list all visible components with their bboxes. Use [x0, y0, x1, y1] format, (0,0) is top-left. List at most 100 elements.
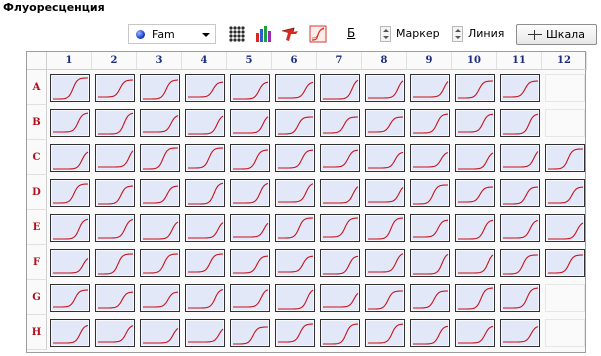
well-A10[interactable] [455, 74, 495, 102]
line-spinner[interactable] [452, 26, 463, 42]
well-F5[interactable] [230, 249, 270, 277]
well-A2[interactable] [95, 74, 135, 102]
well-D11[interactable] [500, 179, 540, 207]
well-H10[interactable] [455, 319, 495, 347]
well-C3[interactable] [140, 144, 180, 172]
well-A5[interactable] [230, 74, 270, 102]
curve-report-icon[interactable] [309, 25, 327, 43]
well-F8[interactable] [365, 249, 405, 277]
well-D1[interactable] [50, 179, 90, 207]
well-D6[interactable] [275, 179, 315, 207]
b-button[interactable]: Б [347, 26, 355, 40]
bar-chart-icon[interactable] [255, 25, 273, 43]
well-C12[interactable] [545, 144, 585, 172]
well-C4[interactable] [185, 144, 225, 172]
well-G3[interactable] [140, 284, 180, 312]
well-E11[interactable] [500, 214, 540, 242]
well-F3[interactable] [140, 249, 180, 277]
well-B6[interactable] [275, 109, 315, 137]
well-A3[interactable] [140, 74, 180, 102]
well-B11[interactable] [500, 109, 540, 137]
well-G4[interactable] [185, 284, 225, 312]
well-D7[interactable] [320, 179, 360, 207]
well-F1[interactable] [50, 249, 90, 277]
well-F7[interactable] [320, 249, 360, 277]
well-G1[interactable] [50, 284, 90, 312]
well-E6[interactable] [275, 214, 315, 242]
well-C5[interactable] [230, 144, 270, 172]
well-F2[interactable] [95, 249, 135, 277]
well-F10[interactable] [455, 249, 495, 277]
dye-select[interactable]: Fam [128, 24, 216, 44]
well-C11[interactable] [500, 144, 540, 172]
well-D3[interactable] [140, 179, 180, 207]
well-G2[interactable] [95, 284, 135, 312]
well-B7[interactable] [320, 109, 360, 137]
well-H9[interactable] [410, 319, 450, 347]
well-E1[interactable] [50, 214, 90, 242]
well-D4[interactable] [185, 179, 225, 207]
well-D8[interactable] [365, 179, 405, 207]
well-A7[interactable] [320, 74, 360, 102]
well-G7[interactable] [320, 284, 360, 312]
well-A1[interactable] [50, 74, 90, 102]
well-G8[interactable] [365, 284, 405, 312]
well-C7[interactable] [320, 144, 360, 172]
well-E4[interactable] [185, 214, 225, 242]
well-F9[interactable] [410, 249, 450, 277]
well-H2[interactable] [95, 319, 135, 347]
well-B1[interactable] [50, 109, 90, 137]
well-H3[interactable] [140, 319, 180, 347]
well-B3[interactable] [140, 109, 180, 137]
well-H1[interactable] [50, 319, 90, 347]
well-B10[interactable] [455, 109, 495, 137]
well-F12[interactable] [545, 249, 585, 277]
well-F6[interactable] [275, 249, 315, 277]
well-A4[interactable] [185, 74, 225, 102]
well-G10[interactable] [455, 284, 495, 312]
well-E7[interactable] [320, 214, 360, 242]
well-D5[interactable] [230, 179, 270, 207]
well-B5[interactable] [230, 109, 270, 137]
well-E10[interactable] [455, 214, 495, 242]
well-C2[interactable] [95, 144, 135, 172]
well-E12[interactable] [545, 214, 585, 242]
well-G11[interactable] [500, 284, 540, 312]
well-G5[interactable] [230, 284, 270, 312]
well-H6[interactable] [275, 319, 315, 347]
well-G9[interactable] [410, 284, 450, 312]
well-E3[interactable] [140, 214, 180, 242]
well-A8[interactable] [365, 74, 405, 102]
well-H4[interactable] [185, 319, 225, 347]
well-E5[interactable] [230, 214, 270, 242]
well-E9[interactable] [410, 214, 450, 242]
well-C8[interactable] [365, 144, 405, 172]
well-C10[interactable] [455, 144, 495, 172]
well-F4[interactable] [185, 249, 225, 277]
well-B9[interactable] [410, 109, 450, 137]
well-C6[interactable] [275, 144, 315, 172]
well-A11[interactable] [500, 74, 540, 102]
well-D9[interactable] [410, 179, 450, 207]
plate-layout-icon[interactable] [228, 25, 246, 43]
well-H7[interactable] [320, 319, 360, 347]
marker-spinner[interactable] [380, 26, 391, 42]
well-H11[interactable] [500, 319, 540, 347]
well-C9[interactable] [410, 144, 450, 172]
well-B8[interactable] [365, 109, 405, 137]
well-D2[interactable] [95, 179, 135, 207]
well-H5[interactable] [230, 319, 270, 347]
well-C1[interactable] [50, 144, 90, 172]
well-A6[interactable] [275, 74, 315, 102]
scale-button[interactable]: Шкала [516, 24, 597, 45]
well-D10[interactable] [455, 179, 495, 207]
well-E8[interactable] [365, 214, 405, 242]
well-B4[interactable] [185, 109, 225, 137]
well-E2[interactable] [95, 214, 135, 242]
well-H8[interactable] [365, 319, 405, 347]
well-F11[interactable] [500, 249, 540, 277]
pointer-icon[interactable] [281, 25, 299, 43]
well-D12[interactable] [545, 179, 585, 207]
well-B2[interactable] [95, 109, 135, 137]
well-A9[interactable] [410, 74, 450, 102]
